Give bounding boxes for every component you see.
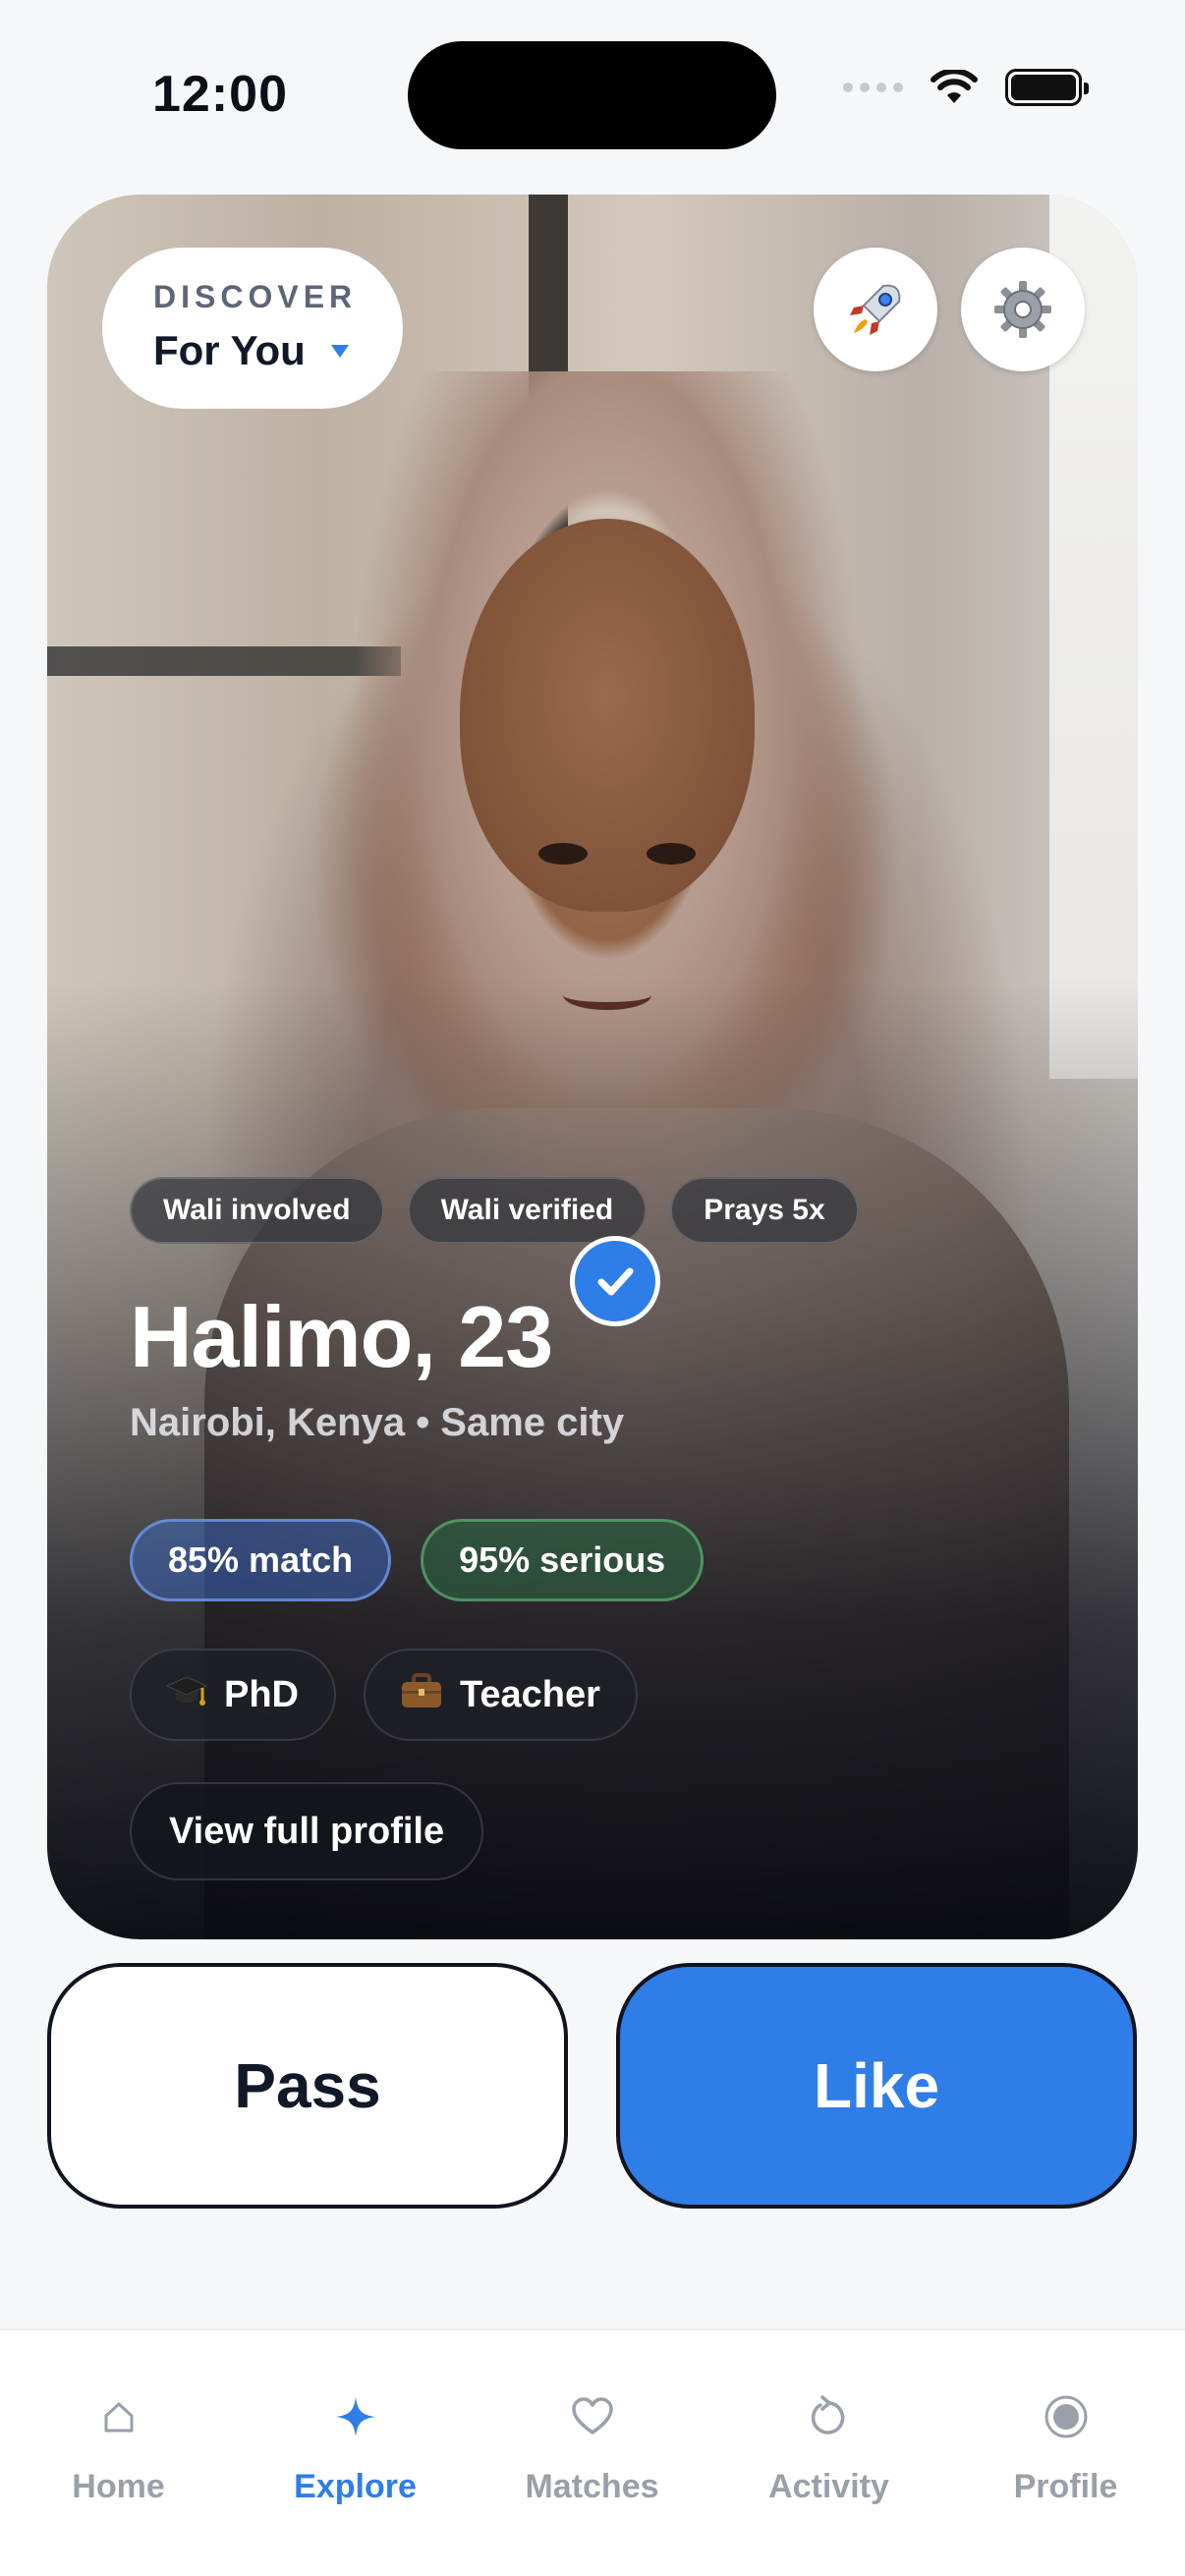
education-chip: PhD — [130, 1649, 336, 1741]
rocket-icon — [850, 284, 901, 335]
boost-button[interactable] — [814, 248, 937, 371]
status-time: 12:00 — [152, 66, 288, 123]
profile-circle-icon — [1044, 2395, 1087, 2438]
sparkle-icon — [335, 2397, 375, 2436]
tab-activity[interactable]: Activity — [710, 2330, 947, 2576]
settings-button[interactable] — [961, 248, 1085, 371]
tab-matches-label: Matches — [525, 2468, 659, 2505]
tab-explore[interactable]: Explore — [237, 2330, 474, 2576]
view-full-profile-button[interactable]: View full profile — [130, 1782, 484, 1880]
profile-location: Nairobi, Kenya • Same city — [130, 1401, 625, 1444]
checkmark-icon — [597, 1267, 634, 1296]
tab-profile[interactable]: Profile — [947, 2330, 1184, 2576]
cellular-signal-icon — [843, 83, 903, 92]
discover-filter-button[interactable]: DISCOVER For You — [102, 248, 403, 409]
occupation-label: Teacher — [460, 1673, 600, 1715]
seriousness-badge: 95% serious — [421, 1519, 705, 1601]
match-score-badge: 85% match — [130, 1519, 392, 1601]
wifi-icon — [931, 70, 978, 103]
profile-tags: Wali involved Wali verified Prays 5x — [130, 1177, 859, 1244]
gear-icon — [994, 281, 1051, 338]
tab-matches[interactable]: Matches — [474, 2330, 710, 2576]
verified-badge — [570, 1236, 661, 1326]
house-icon — [104, 2402, 133, 2433]
tag-wali-verified: Wali verified — [407, 1177, 648, 1244]
tab-activity-label: Activity — [768, 2468, 889, 2505]
status-bar: 12:00 — [0, 0, 1185, 187]
tab-home[interactable]: Home — [0, 2330, 237, 2576]
chevron-down-icon — [330, 344, 349, 358]
tab-home-label: Home — [72, 2468, 165, 2505]
profile-name-age: Halimo, 23 — [130, 1288, 553, 1385]
tab-profile-label: Profile — [1013, 2468, 1118, 2505]
like-button[interactable]: Like — [616, 1963, 1137, 2209]
discover-label: DISCOVER — [153, 279, 358, 314]
occupation-chip: Teacher — [364, 1649, 638, 1741]
profile-card[interactable]: DISCOVER For You Wali involved Wali veri… — [47, 195, 1138, 1939]
heart-icon — [571, 2397, 613, 2435]
dynamic-island — [408, 41, 776, 149]
battery-icon — [1005, 69, 1089, 106]
bottom-tab-bar: Home Explore Matches Activity Profile — [0, 2328, 1185, 2576]
briefcase-icon — [399, 1671, 444, 1719]
tab-explore-label: Explore — [294, 2468, 417, 2505]
tag-prays-5x: Prays 5x — [670, 1177, 859, 1244]
tag-wali-involved: Wali involved — [130, 1177, 384, 1244]
discover-value: For You — [153, 327, 306, 373]
status-icons — [843, 69, 1089, 106]
refresh-icon — [811, 2395, 844, 2435]
education-label: PhD — [224, 1673, 299, 1715]
graduation-cap-icon — [165, 1671, 208, 1719]
pass-button[interactable]: Pass — [47, 1963, 568, 2209]
